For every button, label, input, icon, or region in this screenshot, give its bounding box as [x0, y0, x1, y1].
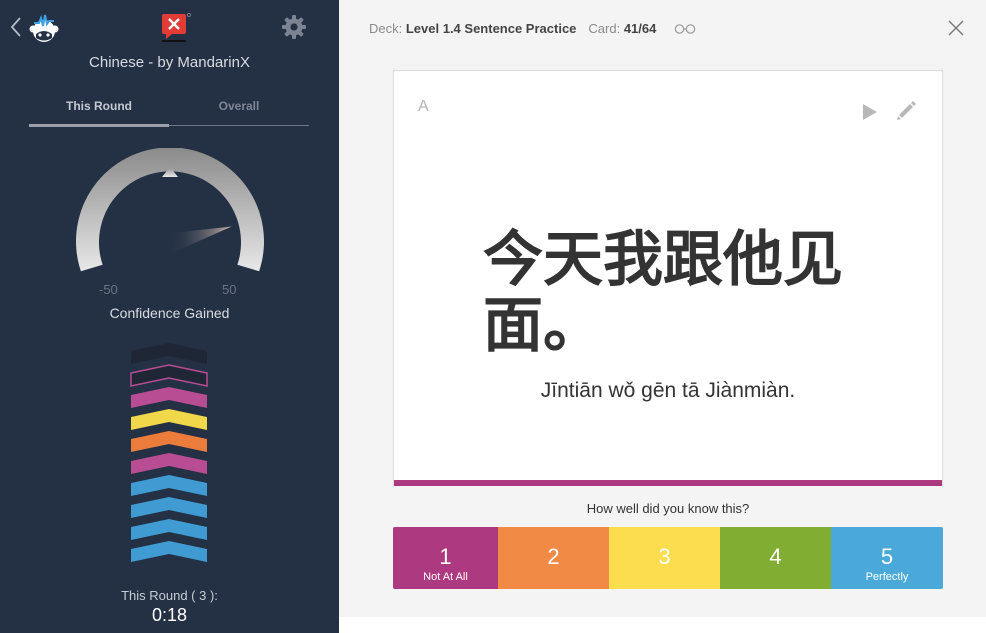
rating-button-5[interactable]: 5 Perfectly — [831, 527, 943, 589]
confidence-stack — [130, 343, 208, 562]
confidence-level-rated-5 — [131, 497, 207, 518]
stats-tabs: This Round Overall — [29, 96, 309, 127]
confidence-level-rated-1 — [131, 453, 207, 474]
play-icon[interactable] — [861, 103, 879, 121]
tab-overall[interactable]: Overall — [169, 96, 309, 125]
card-position: 41/64 — [623, 21, 657, 36]
rating-prompt: How well did you know this? — [586, 501, 750, 516]
confidence-level-rated-5 — [131, 519, 207, 540]
card-pinyin: Jīntiān wǒ gēn tā Jiànmiàn. — [540, 379, 796, 402]
rating-button-2[interactable]: 2 — [498, 527, 609, 589]
confidence-level-current — [130, 364, 208, 387]
rating-label: Not At All — [423, 571, 468, 583]
gear-icon[interactable] — [281, 14, 307, 40]
round-label: This Round ( 3 ): — [121, 588, 218, 603]
rating-number: 1 — [439, 544, 452, 569]
glasses-icon[interactable] — [674, 23, 696, 35]
close-icon[interactable] — [947, 19, 965, 37]
deck-title: Chinese - by MandarinX — [89, 54, 250, 71]
hanzi-text: 今天我跟他见面。 — [483, 225, 843, 361]
robot-logo-icon[interactable] — [28, 12, 60, 44]
card-side-label: A — [418, 98, 429, 115]
sidebar: Chinese - by MandarinX This Round Overal… — [0, 0, 339, 633]
confidence-level-rated-5 — [131, 475, 207, 496]
gauge-title: Confidence Gained — [109, 305, 230, 321]
card-hanzi: 今天我跟他见面。 — [434, 227, 902, 359]
rating-button-3[interactable]: 3 — [609, 527, 720, 589]
rating-number: 3 — [658, 544, 671, 569]
flashcard[interactable]: A 今天我跟他见面。 Jīntiān wǒ gēn tā Jiànmiàn. — [393, 70, 943, 486]
confidence-level-rated-1 — [131, 387, 207, 408]
round-timer: 0:18 — [151, 605, 188, 625]
pencil-icon[interactable] — [895, 100, 917, 122]
rating-number: 5 — [880, 544, 894, 569]
confidence-level-rated-5 — [131, 541, 207, 562]
confidence-level-empty — [131, 343, 207, 364]
rating-number: 4 — [769, 544, 782, 569]
confidence-level-rated-3 — [131, 409, 207, 430]
mandarinx-logo-icon — [162, 13, 191, 42]
deck-prefix: Deck: — [369, 21, 403, 36]
rating-label: Perfectly — [865, 571, 909, 583]
deck-name: Level 1.4 Sentence Practice — [405, 21, 577, 36]
deck-header: Deck: Level 1.4 Sentence Practice Card: … — [369, 21, 696, 36]
gauge-min-label: -50 — [99, 282, 118, 297]
tab-this-round[interactable]: This Round — [29, 96, 169, 127]
rating-number: 2 — [547, 544, 560, 569]
card-prefix: Card: — [588, 21, 621, 36]
rating-button-1[interactable]: 1 Not At All — [393, 527, 498, 589]
confidence-level-rated-2 — [131, 431, 207, 452]
card-accent-bar — [394, 480, 942, 486]
rating-buttons: 1 Not At All 2 3 4 5 Perfectly — [393, 527, 943, 589]
gauge-max-label: 50 — [222, 282, 237, 297]
confidence-gauge — [76, 148, 264, 272]
gauge-needle — [167, 226, 232, 253]
chevron-left-icon[interactable] — [9, 16, 23, 38]
rating-button-4[interactable]: 4 — [720, 527, 831, 589]
study-panel: Deck: Level 1.4 Sentence Practice Card: … — [339, 0, 986, 617]
gauge-arc — [76, 148, 264, 272]
